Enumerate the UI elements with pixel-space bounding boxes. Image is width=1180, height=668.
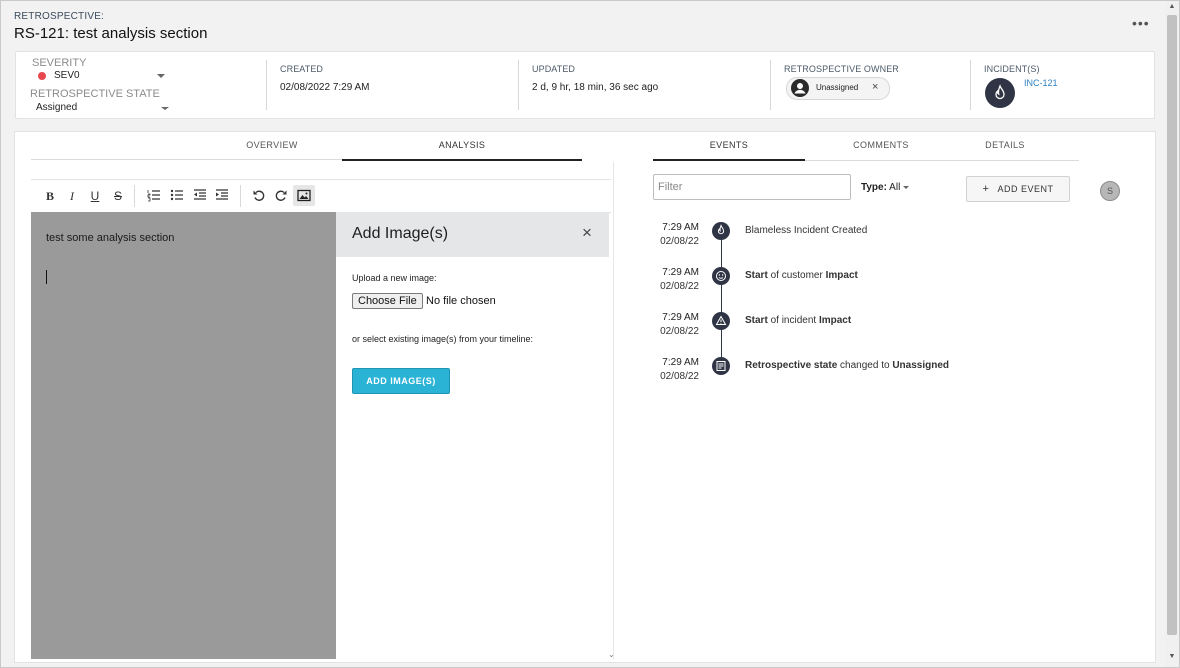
scroll-down-icon[interactable]: ▼	[1166, 653, 1178, 663]
event-time: 7:29 AM	[662, 267, 699, 278]
redo-icon[interactable]	[272, 188, 290, 205]
toolbar-divider	[240, 185, 241, 207]
event-time: 7:29 AM	[662, 222, 699, 233]
undo-icon[interactable]	[250, 188, 268, 205]
add-event-label: ADD EVENT	[997, 184, 1054, 194]
type-value: All	[889, 182, 901, 193]
more-options-button[interactable]: •••	[1132, 15, 1150, 31]
state-value: Assigned	[36, 102, 78, 113]
filter-input[interactable]: Filter	[653, 174, 851, 200]
event-date: 02/08/22	[660, 281, 699, 292]
divider	[970, 60, 971, 110]
tab-events[interactable]: EVENTS	[653, 140, 805, 150]
bold-button[interactable]: B	[41, 189, 59, 204]
state-label: RETROSPECTIVE STATE	[30, 88, 160, 100]
chevron-down-icon	[903, 185, 910, 189]
flame-icon	[712, 222, 730, 240]
divider	[518, 60, 519, 110]
incidents-label: INCIDENT(S)	[984, 64, 1040, 74]
type-filter-dropdown[interactable]: Type: All	[861, 182, 910, 193]
event-time: 7:29 AM	[662, 357, 699, 368]
chevron-down-icon	[157, 74, 165, 78]
retrospective-info-card: SEVERITY SEV0 RETROSPECTIVE STATE Assign…	[15, 51, 1155, 119]
add-event-button[interactable]: + ADD EVENT	[966, 176, 1070, 202]
timeline-line	[721, 240, 722, 360]
event-date: 02/08/22	[660, 236, 699, 247]
user-avatar-icon	[791, 79, 809, 97]
toolbar-divider	[134, 185, 135, 207]
owner-label: RETROSPECTIVE OWNER	[784, 64, 899, 74]
state-select[interactable]: Assigned	[30, 101, 170, 115]
active-tab-indicator	[342, 159, 582, 161]
divider	[770, 60, 771, 110]
timeline-event[interactable]: 7:29 AM 02/08/22 Start of customer Impact	[15, 267, 1075, 297]
incident-link[interactable]: INC-121	[1024, 78, 1058, 88]
app-window: RETROSPECTIVE: RS-121: test analysis sec…	[0, 0, 1180, 668]
tab-overview[interactable]: OVERVIEW	[192, 140, 352, 150]
event-text: Retrospective state changed to Unassigne…	[745, 360, 949, 371]
severity-dot-icon	[38, 72, 46, 80]
divider	[266, 60, 267, 110]
updated-label: UPDATED	[532, 64, 576, 74]
italic-button[interactable]: I	[63, 189, 81, 204]
active-tab-indicator	[653, 159, 805, 161]
tab-details[interactable]: DETAILS	[929, 140, 1081, 150]
warning-icon	[712, 312, 730, 330]
event-date: 02/08/22	[660, 326, 699, 337]
severity-select[interactable]: SEV0	[30, 69, 170, 83]
flame-icon	[985, 78, 1015, 108]
editor-toolbar: B I U S	[31, 179, 611, 213]
resize-handle-icon[interactable]: ⌄	[608, 650, 615, 659]
ordered-list-icon[interactable]	[145, 188, 163, 205]
severity-label: SEVERITY	[32, 57, 87, 69]
user-avatar[interactable]: S	[1100, 181, 1120, 201]
insert-image-button[interactable]	[293, 185, 315, 206]
scrollbar-thumb[interactable]	[1167, 15, 1177, 635]
remove-owner-icon[interactable]: ×	[872, 81, 878, 93]
event-time: 7:29 AM	[662, 312, 699, 323]
strikethrough-button[interactable]: S	[109, 189, 127, 203]
timeline-event[interactable]: 7:29 AM 02/08/22 Retrospective state chang…	[15, 357, 1075, 387]
type-label: Type:	[861, 182, 887, 193]
outdent-icon[interactable]	[191, 188, 209, 205]
owner-value: Unassigned	[816, 83, 859, 92]
event-text: Start of customer Impact	[745, 270, 858, 281]
main-card: OVERVIEW ANALYSIS B I U S test some anal…	[14, 131, 1156, 663]
severity-value: SEV0	[54, 70, 80, 81]
timeline-event[interactable]: 7:29 AM 02/08/22 Start of incident Impact	[15, 312, 1075, 342]
event-date: 02/08/22	[660, 371, 699, 382]
smiley-icon	[712, 267, 730, 285]
note-icon	[712, 357, 730, 375]
retrospective-kicker: RETROSPECTIVE:	[14, 11, 105, 22]
scroll-up-icon[interactable]: ▲	[1166, 3, 1178, 13]
updated-value: 2 d, 9 hr, 18 min, 36 sec ago	[532, 82, 659, 93]
event-text: Blameless Incident Created	[745, 225, 868, 236]
timeline-event[interactable]: 7:29 AM 02/08/22 Blameless Incident Create…	[15, 222, 1075, 252]
page-title: RS-121: test analysis section	[14, 25, 208, 42]
tab-analysis[interactable]: ANALYSIS	[342, 140, 582, 150]
owner-chip[interactable]: Unassigned ×	[786, 77, 890, 100]
chevron-down-icon	[161, 107, 169, 110]
created-value: 02/08/2022 7:29 AM	[280, 82, 370, 93]
underline-button[interactable]: U	[86, 189, 104, 203]
event-text: Start of incident Impact	[745, 315, 852, 326]
indent-icon[interactable]	[213, 188, 231, 205]
plus-icon: +	[982, 183, 990, 195]
bullet-list-icon[interactable]	[168, 188, 186, 205]
created-label: CREATED	[280, 64, 324, 74]
